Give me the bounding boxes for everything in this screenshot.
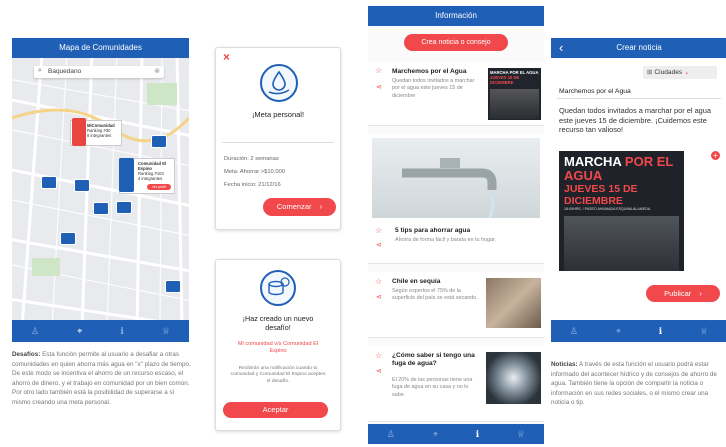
accept-button[interactable]: Aceptar bbox=[223, 402, 328, 418]
goal-title: ¡Meta personal! bbox=[251, 110, 305, 119]
news-item[interactable]: ☆ ⋖ Chile en sequía Según expertos el 75… bbox=[368, 272, 544, 338]
bottom-nav: ♙ ⌖ ℹ ♕ bbox=[551, 320, 726, 342]
grid-icon: ⊞ bbox=[647, 69, 653, 76]
clear-icon[interactable]: ⊗ bbox=[154, 67, 160, 75]
bottom-nav: ♙ ⌖ ℹ ♕ bbox=[368, 424, 544, 444]
march-poster-thumb: MARCHA POR EL AGUA JUEVES 15 DE DICIEMBR… bbox=[488, 68, 541, 120]
challenges-caption: Desafíos: Esta función permite al usuari… bbox=[12, 351, 191, 406]
news-desc: El 20% de las personas tiene una fuga de… bbox=[392, 377, 473, 398]
divider bbox=[222, 142, 334, 143]
challenge-versus: Mi comunidad v/s Comunidad El Espino bbox=[237, 341, 319, 355]
nav-map-icon[interactable]: ⌖ bbox=[77, 326, 82, 336]
leak-pipe-thumb bbox=[486, 352, 541, 404]
news-title: Chile en sequía bbox=[392, 278, 441, 285]
goal-start-date: Fecha inicio: 21/12/16 bbox=[224, 182, 281, 188]
star-icon[interactable]: ☆ bbox=[375, 67, 382, 75]
create-news-button[interactable]: Crea noticia o consejo bbox=[404, 34, 508, 51]
community-marker[interactable] bbox=[93, 202, 109, 215]
map-screen: Mapa de Comunidades ⌕ Baquedano ⊗ MiComu… bbox=[12, 38, 189, 342]
bottom-nav: ♙ ⌖ ℹ ♕ bbox=[12, 320, 189, 342]
personal-goal-card: × ¡Meta personal! Duración: 2 semanas Me… bbox=[215, 47, 341, 230]
share-icon[interactable]: ⋖ bbox=[376, 242, 382, 249]
info-header: Información bbox=[368, 6, 544, 26]
nav-profile-icon[interactable]: ♙ bbox=[570, 326, 578, 336]
add-image-icon[interactable]: + bbox=[711, 151, 720, 160]
nav-profile-icon[interactable]: ♙ bbox=[387, 429, 395, 439]
chevron-down-icon: ⌄ bbox=[684, 69, 690, 76]
create-news-header: ‹ Crear noticia bbox=[551, 38, 726, 58]
share-icon[interactable]: ⋖ bbox=[376, 294, 382, 301]
goal-duration: Duración: 2 semanas bbox=[224, 156, 279, 162]
news-title-field[interactable]: Marchemos por el Agua bbox=[559, 88, 717, 95]
my-community-marker[interactable] bbox=[72, 118, 86, 146]
news-body-field[interactable]: Quedan todos invitados a marchar por el … bbox=[559, 106, 721, 135]
news-desc: Según expertos el 75% de la superficie d… bbox=[392, 288, 478, 302]
nav-info-icon[interactable]: ℹ bbox=[120, 326, 123, 336]
nav-profile-icon[interactable]: ♙ bbox=[31, 326, 39, 336]
map-search-bar[interactable]: ⌕ Baquedano ⊗ bbox=[34, 66, 164, 78]
star-icon[interactable]: ☆ bbox=[375, 227, 382, 235]
challenge-description: Recibirán una notificación cuando tu com… bbox=[230, 366, 326, 384]
search-input[interactable]: Baquedano bbox=[48, 68, 81, 75]
divider bbox=[557, 98, 721, 99]
community-marker[interactable] bbox=[151, 135, 167, 148]
community-marker[interactable] bbox=[165, 280, 181, 293]
news-caption: Noticias: A través de esta función el us… bbox=[551, 361, 717, 407]
map-view[interactable]: ⌕ Baquedano ⊗ MiComunidad Ranking #30 8 … bbox=[12, 58, 189, 320]
chevron-right-icon: › bbox=[699, 289, 702, 298]
news-title: 5 tips para ahorrar agua bbox=[395, 227, 471, 234]
star-icon[interactable]: ☆ bbox=[375, 278, 382, 286]
share-icon[interactable]: ⋖ bbox=[376, 368, 382, 375]
popup-title: Comunidad El Espino bbox=[138, 161, 167, 171]
search-icon: ⌕ bbox=[38, 67, 42, 74]
nav-trophy-icon[interactable]: ♕ bbox=[517, 429, 525, 439]
close-icon[interactable]: × bbox=[223, 50, 230, 64]
nav-map-icon[interactable]: ⌖ bbox=[433, 429, 438, 439]
city-filter-button[interactable]: ⊞ Ciudades ⌄ bbox=[643, 66, 717, 79]
news-desc: Ahorra de forma fácil y barata en tu hog… bbox=[395, 237, 496, 243]
goal-target: Meta: Ahorrar >$10.000 bbox=[224, 169, 286, 175]
nav-info-icon[interactable]: ℹ bbox=[659, 326, 662, 336]
community-marker[interactable] bbox=[41, 176, 57, 189]
community-marker[interactable] bbox=[74, 179, 90, 192]
community-marker[interactable] bbox=[116, 201, 132, 214]
share-icon[interactable]: ⋖ bbox=[376, 84, 382, 91]
piggy-coins-icon bbox=[260, 270, 296, 306]
star-icon[interactable]: ☆ bbox=[375, 352, 382, 360]
info-screen: Información Crea noticia o consejo ☆ ⋖ M… bbox=[368, 6, 544, 444]
news-title: ¿Cómo saber si tengo una fuga de agua? bbox=[392, 352, 475, 367]
challenge-created-card: ¡Haz creado un nuevo desafío! Mi comunid… bbox=[215, 259, 341, 431]
news-desc: Quedan todos invitados a marchar por el … bbox=[392, 78, 475, 99]
popup-line: 4 integrantes bbox=[138, 176, 163, 181]
faucet-photo bbox=[372, 138, 540, 219]
chevron-right-icon: › bbox=[319, 202, 323, 211]
nav-trophy-icon[interactable]: ♕ bbox=[700, 326, 708, 336]
news-title: Marchemos por el Agua bbox=[392, 68, 467, 75]
news-item[interactable]: ☆ ⋖ ¿Cómo saber si tengo una fuga de agu… bbox=[368, 346, 544, 422]
nav-trophy-icon[interactable]: ♕ bbox=[162, 326, 170, 336]
nav-info-icon[interactable]: ℹ bbox=[476, 429, 479, 439]
community-marker[interactable] bbox=[60, 232, 76, 245]
start-button[interactable]: Comenzar › bbox=[263, 198, 336, 216]
popup-line: 8 integrantes bbox=[87, 133, 112, 138]
nav-map-icon[interactable]: ⌖ bbox=[616, 326, 621, 336]
news-item[interactable]: ☆ ⋖ 5 tips para ahorrar agua Ahorra de f… bbox=[368, 134, 544, 264]
news-item[interactable]: ☆ ⋖ Marchemos por el Agua Quedan todos i… bbox=[368, 62, 544, 126]
march-poster-image: MARCHA POR EL AGUA JUEVES 15 DE DICIEMBR… bbox=[559, 151, 684, 271]
back-chevron-icon[interactable]: ‹ bbox=[559, 38, 563, 58]
publish-button[interactable]: Publicar › bbox=[646, 285, 720, 302]
selected-community-marker[interactable] bbox=[119, 158, 134, 192]
view-profile-button[interactable]: ver perfil bbox=[147, 184, 171, 190]
challenge-title: ¡Haz creado un nuevo desafío! bbox=[242, 314, 314, 332]
create-news-screen: ‹ Crear noticia ⊞ Ciudades ⌄ Marchemos p… bbox=[551, 38, 726, 342]
water-hand-icon bbox=[260, 64, 298, 102]
map-header: Mapa de Comunidades bbox=[12, 38, 189, 58]
dry-land-thumb bbox=[486, 278, 541, 328]
